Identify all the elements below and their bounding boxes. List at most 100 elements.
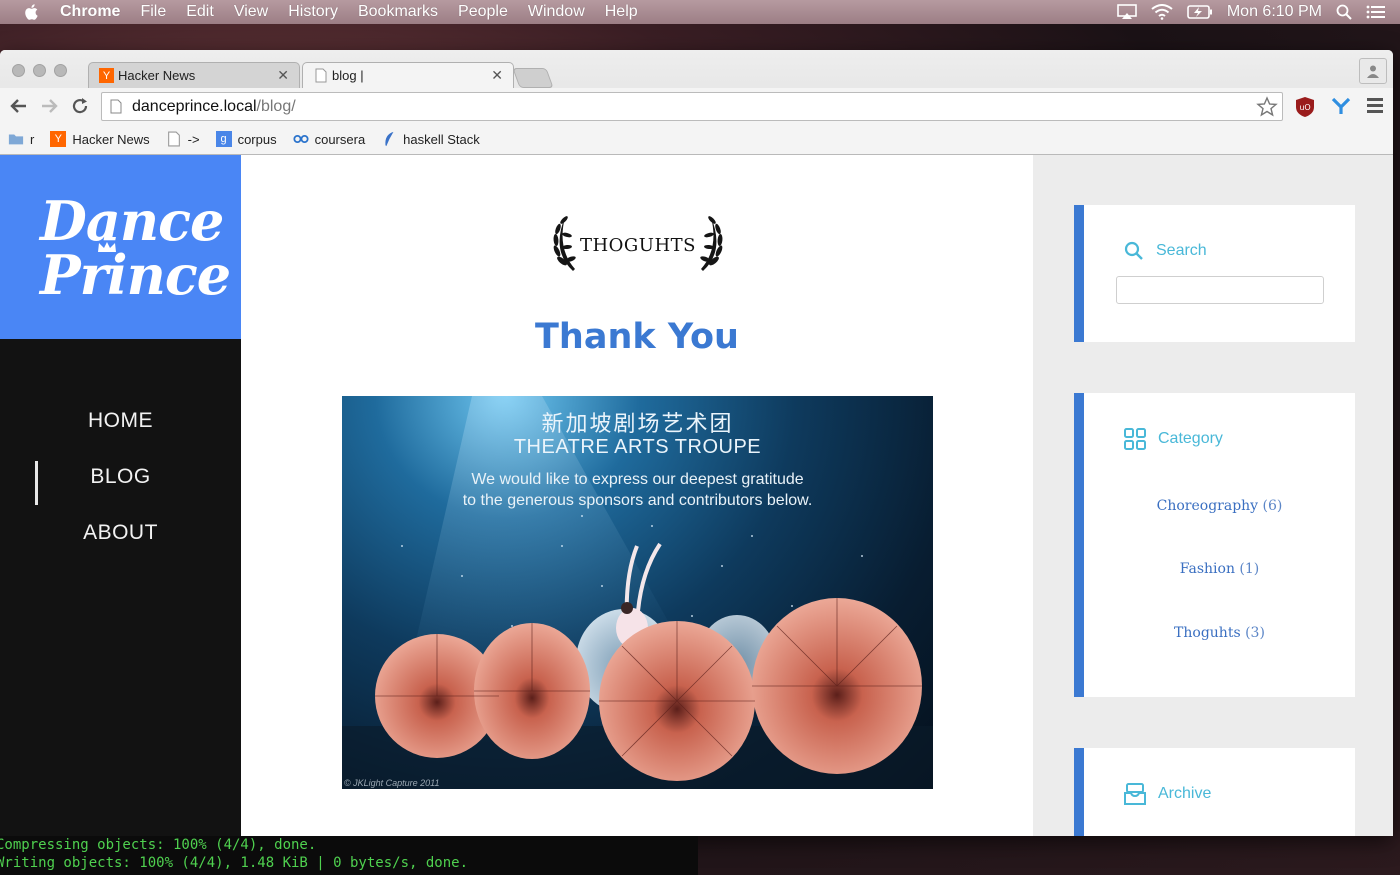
browser-window: Y Hacker News ✕ blog | ✕ danceprince.loc… (0, 50, 1393, 836)
nav-blog[interactable]: BLOG (0, 461, 241, 517)
menu-window[interactable]: Window (528, 3, 585, 21)
site-sidebar: Dance Prince HOME BLOG ABOUT (0, 155, 241, 836)
extension-y-icon[interactable] (1331, 96, 1351, 116)
image-troupe-name: THEATRE ARTS TROUPE (513, 436, 762, 458)
archive-widget: Archive (1074, 748, 1355, 836)
google-icon: g (215, 131, 232, 147)
nav-home[interactable]: HOME (0, 405, 241, 461)
widget-sidebar: Search Category Choreography (6) Fashion… (1033, 155, 1393, 836)
menu-people[interactable]: People (458, 3, 508, 21)
spotlight-search-icon[interactable] (1336, 4, 1352, 20)
category-count: (6) (1262, 498, 1283, 514)
new-tab-button[interactable] (512, 68, 554, 88)
hacker-news-favicon-icon: Y (99, 68, 114, 83)
menu-history[interactable]: History (288, 3, 338, 21)
image-message-line1: We would like to express our deepest gra… (471, 471, 804, 488)
bookmark-r[interactable]: r (8, 131, 34, 147)
menubar-clock[interactable]: Mon 6:10 PM (1227, 3, 1322, 21)
category-name: Choreography (1156, 498, 1259, 514)
category-widget-header: Category (1124, 428, 1223, 450)
bookmarks-bar: r Y Hacker News -> g corpus coursera has… (0, 124, 1393, 154)
search-icon (1124, 241, 1143, 260)
nav-about[interactable]: ABOUT (0, 517, 241, 573)
menu-view[interactable]: View (234, 3, 268, 21)
airplay-icon[interactable] (1117, 4, 1137, 20)
notification-center-icon[interactable] (1366, 4, 1386, 20)
minimize-window-button[interactable] (33, 64, 46, 77)
bookmark-label: -> (187, 131, 200, 147)
coursera-icon (293, 135, 309, 143)
image-credit: © JKLight Capture 2011 (344, 778, 440, 788)
hamburger-menu-icon[interactable] (1366, 96, 1384, 114)
wifi-icon[interactable] (1151, 4, 1173, 20)
category-link-fashion[interactable]: Fashion (1) (1084, 561, 1355, 577)
category-link-thoguhts[interactable]: Thoguhts (3) (1084, 625, 1355, 641)
bookmark-star-icon[interactable] (1256, 96, 1278, 118)
profile-button[interactable] (1359, 58, 1387, 84)
terminal-line: Compressing objects: 100% (4/4), done. (0, 837, 317, 853)
bookmark-label: Hacker News (72, 131, 150, 147)
menu-edit[interactable]: Edit (186, 3, 214, 21)
category-name: Thoguhts (1174, 625, 1241, 641)
logo-text-line2: Prince (40, 243, 231, 307)
bookmark-hacker-news[interactable]: Y Hacker News (50, 131, 150, 147)
tab-blog[interactable]: blog | ✕ (302, 62, 514, 88)
category-badge-label: THOGUHTS (579, 235, 697, 256)
close-window-button[interactable] (12, 64, 25, 77)
bookmark-label: coursera (314, 131, 366, 147)
address-bar[interactable]: danceprince.local/blog/ (101, 92, 1283, 121)
forward-arrow-icon[interactable] (40, 97, 58, 115)
bookmark-coursera[interactable]: coursera (293, 131, 366, 147)
category-widget: Category Choreography (6) Fashion (1) Th… (1074, 393, 1355, 697)
terminal-window: Compressing objects: 100% (4/4), done. W… (0, 836, 698, 875)
tab-hacker-news[interactable]: Y Hacker News ✕ (88, 62, 300, 88)
main-content: THOGUHTS Thank You 新加坡剧场艺术团 THEATRE ARTS… (241, 155, 1033, 836)
search-widget: Search (1074, 205, 1355, 342)
archive-widget-header: Archive (1124, 783, 1211, 805)
image-message-line2: to the generous sponsors and contributor… (462, 492, 813, 509)
url-path: /blog/ (256, 97, 296, 115)
url-host: danceprince.local (132, 97, 257, 115)
category-badge[interactable]: THOGUHTS (545, 211, 731, 275)
grid-icon (1124, 428, 1146, 450)
hacker-news-favicon-icon: Y (50, 131, 67, 147)
browser-toolbar: danceprince.local/blog/ uO (0, 88, 1393, 124)
archive-tray-icon (1124, 783, 1146, 805)
site-logo[interactable]: Dance Prince (0, 155, 241, 339)
close-tab-icon[interactable]: ✕ (277, 67, 289, 84)
bookmark-label: r (30, 131, 35, 147)
apple-icon[interactable] (22, 2, 42, 22)
category-name: Fashion (1179, 561, 1235, 577)
folder-icon (8, 134, 24, 145)
image-chinese-title: 新加坡剧场艺术团 (541, 412, 734, 437)
web-page: Dance Prince HOME BLOG ABOUT THOGUHTS Th… (0, 155, 1393, 836)
category-link-choreography[interactable]: Choreography (6) (1084, 498, 1355, 514)
category-count: (1) (1239, 561, 1260, 577)
tab-strip: Y Hacker News ✕ blog | ✕ (88, 62, 554, 88)
zoom-window-button[interactable] (54, 64, 67, 77)
bookmark-label: corpus (237, 131, 277, 147)
reload-icon[interactable] (71, 97, 89, 115)
page-icon (110, 99, 122, 114)
archive-widget-title: Archive (1158, 785, 1212, 802)
menu-file[interactable]: File (140, 3, 166, 21)
menu-bookmarks[interactable]: Bookmarks (358, 3, 438, 21)
post-title[interactable]: Thank You (241, 317, 1033, 357)
ublock-icon[interactable]: uO (1295, 96, 1315, 118)
post-featured-image[interactable]: 新加坡剧场艺术团 THEATRE ARTS TROUPE We would li… (342, 396, 933, 789)
mac-menubar: Chrome File Edit View History Bookmarks … (0, 0, 1400, 24)
close-tab-icon[interactable]: ✕ (491, 67, 503, 84)
bookmark-haskell-stack[interactable]: haskell Stack (381, 131, 480, 147)
bookmark-corpus[interactable]: g corpus (215, 131, 277, 147)
bookmark-arrow[interactable]: -> (166, 131, 200, 147)
bookmark-label: haskell Stack (403, 131, 480, 147)
back-arrow-icon[interactable] (10, 97, 28, 115)
tab-title: Hacker News (118, 68, 196, 83)
menu-app-name[interactable]: Chrome (60, 3, 120, 21)
category-widget-title: Category (1158, 430, 1223, 447)
battery-icon[interactable] (1187, 5, 1213, 19)
menu-help[interactable]: Help (605, 3, 638, 21)
search-input[interactable] (1116, 276, 1324, 304)
svg-text:uO: uO (1299, 103, 1310, 112)
search-widget-header: Search (1124, 241, 1207, 261)
